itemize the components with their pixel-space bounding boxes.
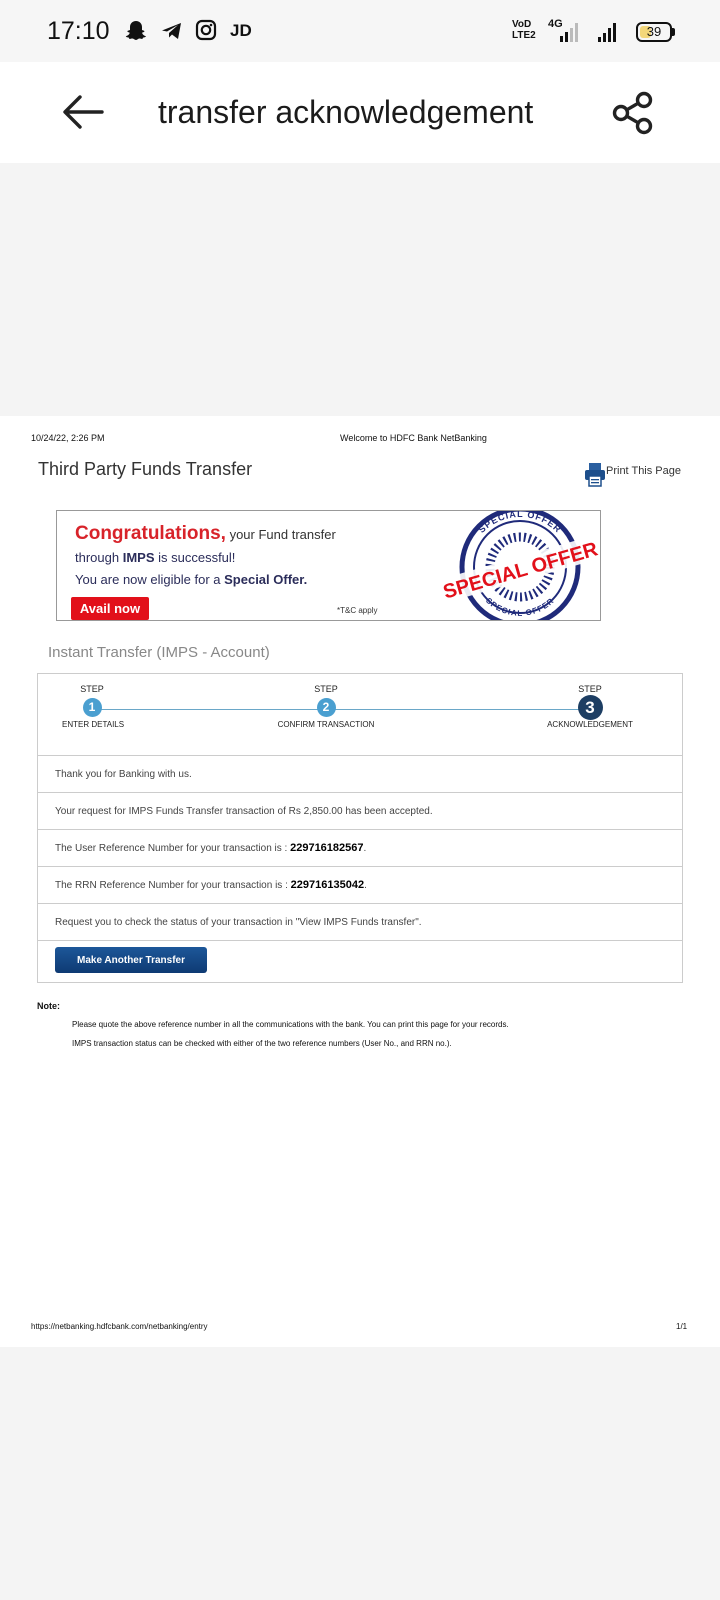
note-line-1: Please quote the above reference number … [72,1020,509,1029]
note-title: Note: [37,1001,60,1011]
banner-line-3-bold: Special Offer. [224,572,308,587]
back-button[interactable] [58,90,108,134]
rrn-reference-number: 229716135042 [290,879,365,891]
user-reference-label: The User Reference Number for your trans… [55,843,291,854]
doc-header-title: Welcome to HDFC Bank NetBanking [340,433,487,443]
banner-line-3: You are now eligible for a Special Offer… [75,572,307,587]
request-accepted-message: Your request for IMPS Funds Transfer tra… [38,793,682,830]
rrn-reference-label: The RRN Reference Number for your transa… [55,880,291,891]
make-another-transfer-button[interactable]: Make Another Transfer [55,947,207,973]
step-1-word: STEP [80,684,104,694]
banner-line-2-bold: IMPS [122,550,155,565]
special-offer-banner[interactable]: Congratulations, your Fund transfer thro… [56,510,601,621]
back-arrow-icon [63,95,104,129]
share-icon [612,91,653,135]
step-2-circle: 2 [316,698,336,717]
step-3: STEP 3 ACKNOWLEDGEMENT [538,684,642,729]
banner-congrats: Congratulations, [75,523,226,544]
battery-level: 39 [646,24,662,39]
telegram-icon [162,23,181,39]
step-2: STEP 2 CONFIRM TRANSACTION [266,684,386,729]
action-row: Make Another Transfer [38,941,682,982]
status-check-message: Request you to check the status of your … [38,904,682,941]
carrier-label: VoD LTE2 [512,19,536,41]
avail-now-button[interactable]: Avail now [71,597,149,620]
status-bar: 17:10 JD VoD LTE2 4G 39 [0,0,720,62]
doc-footer-url: https://netbanking.hdfcbank.com/netbanki… [31,1322,208,1331]
step-2-label: CONFIRM TRANSACTION [277,720,375,729]
step-3-label: ACKNOWLEDGEMENT [547,720,633,729]
acknowledgement-panel: STEP 1 ENTER DETAILS STEP 2 CONFIRM TRAN… [37,673,683,983]
thanks-message: Thank you for Banking with us. [38,756,682,793]
share-button[interactable] [610,90,656,136]
jd-app-icon: JD [230,21,252,40]
doc-header-date: 10/24/22, 2:26 PM [31,433,105,443]
battery-tip [672,28,675,36]
banner-line-2-post: is successful! [154,550,236,565]
banner-line-1: Congratulations, your Fund transfer [75,523,336,545]
note-line-2: IMPS transaction status can be checked w… [72,1039,452,1048]
banner-line-3-pre: You are now eligible for a [75,572,225,587]
snapchat-icon [125,21,146,40]
step-3-circle: 3 [577,695,603,720]
banner-line-2: through IMPS is successful! [75,550,235,565]
user-reference-row: The User Reference Number for your trans… [38,830,682,867]
step-3-word: STEP [578,684,602,694]
document-page: 10/24/22, 2:26 PM Welcome to HDFC Bank N… [0,416,720,1347]
carrier-bottom: LTE2 [512,30,536,41]
signal-icon-sim1 [560,22,578,42]
instagram-icon [195,19,217,41]
doc-footer-page-number: 1/1 [676,1322,688,1331]
step-2-word: STEP [314,684,338,694]
signal-icon-sim2 [598,22,616,42]
app-bar: transfer acknowledgement [0,62,720,163]
print-page-link[interactable]: Print This Page [584,462,681,488]
banner-line-2-pre: through [75,550,123,565]
print-page-label: Print This Page [606,465,682,477]
step-1: STEP 1 ENTER DETAILS [62,684,125,729]
step-1-label: ENTER DETAILS [62,720,125,729]
rrn-reference-row: The RRN Reference Number for your transa… [38,867,682,904]
progress-stepper: STEP 1 ENTER DETAILS STEP 2 CONFIRM TRAN… [38,674,682,756]
special-offer-stamp: SPECIAL OFFER SPECIAL OFFER SPECIAL OFFE… [440,511,600,620]
banner-line-1-rest: your Fund transfer [225,527,336,542]
user-reference-number: 229716182567 [290,842,364,854]
step-1-circle: 1 [82,698,102,717]
transfer-type-subhead: Instant Transfer (IMPS - Account) [48,644,270,661]
page-title: transfer acknowledgement [158,94,534,130]
printer-icon [585,463,605,487]
battery-icon: 39 [636,22,672,42]
carrier-top: VoD [512,19,532,30]
section-title: Third Party Funds Transfer [38,459,253,479]
status-time: 17:10 [47,17,110,45]
banner-tc: *T&C apply [337,606,378,615]
